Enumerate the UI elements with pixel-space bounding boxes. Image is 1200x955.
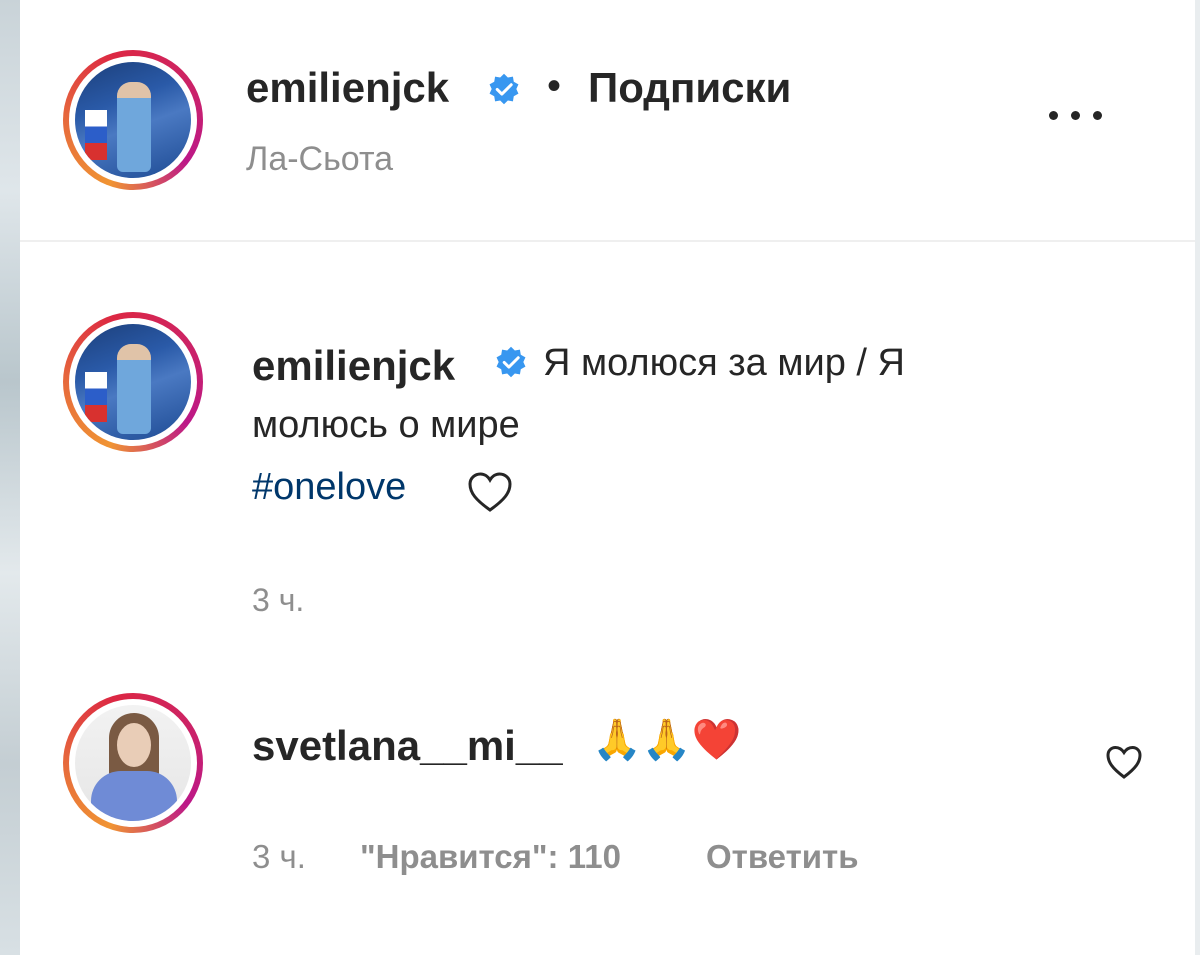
more-options-button[interactable] (1045, 100, 1115, 130)
comment-username[interactable]: svetlana__mi__ (252, 722, 563, 770)
location-link[interactable]: Ла-Сьота (246, 140, 393, 179)
avatar-photo (75, 324, 191, 440)
white-heart-icon (468, 472, 512, 512)
comment-timestamp: 3 ч. (252, 838, 306, 875)
avatar-photo (75, 62, 191, 178)
header-avatar[interactable] (63, 50, 203, 190)
comment-likes-count[interactable]: "Нравится": 110 (360, 838, 621, 876)
header-separator: • (547, 64, 562, 108)
caption-text-line1: Я молюся за мир / Я (543, 342, 905, 384)
comment-avatar[interactable] (63, 693, 203, 833)
verified-badge-icon (496, 346, 526, 378)
background-edge-right (1195, 0, 1200, 955)
heart-outline-icon[interactable] (1102, 742, 1146, 782)
caption-timestamp: 3 ч. (252, 582, 305, 618)
hashtag-link[interactable]: #onelove (252, 466, 406, 509)
caption-avatar[interactable] (63, 312, 203, 452)
following-button[interactable]: Подписки (588, 64, 791, 112)
avatar-photo (75, 705, 191, 821)
more-options-icon (1049, 111, 1058, 120)
background-edge (0, 0, 20, 955)
verified-badge-icon (489, 73, 519, 105)
caption-username[interactable]: emilienjck (252, 342, 455, 390)
header-divider (20, 240, 1195, 242)
header-username[interactable]: emilienjck (246, 64, 449, 112)
reply-button[interactable]: Ответить (706, 838, 859, 876)
comment-text: 🙏🙏❤️ (592, 718, 742, 762)
caption-text-line2: молюсь о мире (252, 404, 520, 446)
